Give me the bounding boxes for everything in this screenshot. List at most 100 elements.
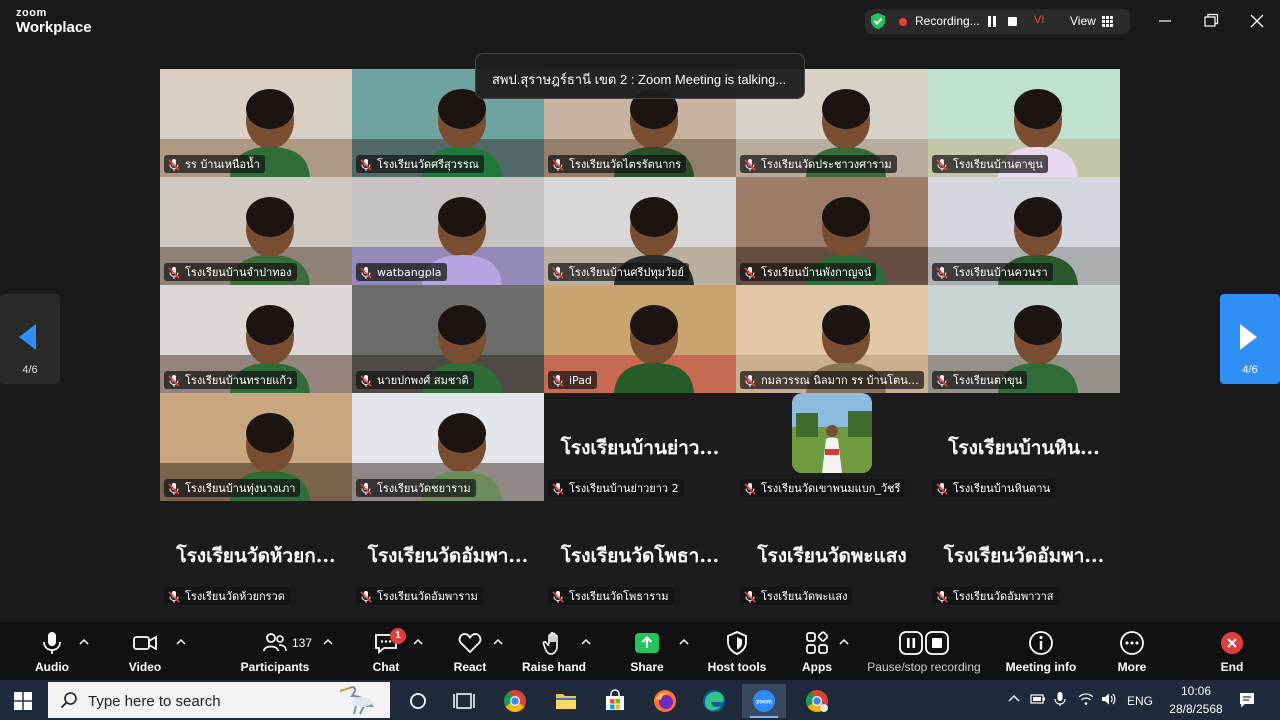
- view-button[interactable]: View: [1062, 9, 1122, 34]
- participant-name: โรงเรียนวัดอัมพาวาส: [953, 590, 1054, 603]
- more-button[interactable]: More: [1102, 622, 1162, 680]
- raise-hand-options-chevron-icon[interactable]: [581, 638, 591, 646]
- participant-tile[interactable]: โรงเรียนวัดอัมพา... โรงเรียนวัดอัมพาวาส: [928, 501, 1120, 609]
- chrome-profile-button[interactable]: [795, 684, 839, 718]
- participant-tile[interactable]: โรงเรียนวัดโพธา... โรงเรียนวัดโพธาราม: [544, 501, 736, 609]
- react-options-chevron-icon[interactable]: [493, 638, 503, 646]
- participant-tile[interactable]: โรงเรียนวัดอัมพา... โรงเรียนวัดอัมพาราม: [352, 501, 544, 609]
- chat-options-chevron-icon[interactable]: [413, 638, 423, 646]
- store-button[interactable]: [593, 684, 637, 718]
- notification-icon[interactable]: [1238, 691, 1256, 709]
- previous-page-button[interactable]: 4/6: [0, 294, 60, 384]
- more-icon: [1120, 631, 1144, 655]
- participant-tile[interactable]: โรงเรียนบ้านหิน... โรงเรียนบ้านหินดาน: [928, 393, 1120, 501]
- widgets-button[interactable]: [442, 684, 486, 718]
- participants-button[interactable]: Participants: [235, 622, 315, 680]
- zoom-taskbar-button[interactable]: zoom: [742, 684, 786, 718]
- participant-name: watbangpla: [377, 265, 442, 279]
- clock-date[interactable]: 28/8/2568: [1160, 702, 1232, 716]
- next-page-button[interactable]: 4/6: [1220, 294, 1280, 384]
- participant-name: โรงเรียนวัดเขาพนมแบก_วัชรี: [761, 482, 901, 495]
- meeting-info-button[interactable]: Meeting info: [1000, 622, 1082, 680]
- participant-tile[interactable]: โรงเรียนบ้านย่าว... โรงเรียนบ้านย่าวยาว 2: [544, 393, 736, 501]
- react-label: React: [453, 660, 487, 674]
- participant-tile[interactable]: โรงเรียนบ้านพังกาญจน์: [736, 177, 928, 285]
- participant-display-name: โรงเรียนบ้านย่าว...: [560, 437, 720, 459]
- video-options-chevron-icon[interactable]: [176, 638, 186, 646]
- close-icon[interactable]: [1246, 11, 1268, 31]
- participant-tile[interactable]: watbangpla: [352, 177, 544, 285]
- muted-mic-icon: [743, 373, 757, 387]
- participant-tile[interactable]: โรงเรียนบ้านจำปาทอง: [160, 177, 352, 285]
- pause-recording-icon[interactable]: [987, 16, 997, 27]
- firefox-button[interactable]: [643, 684, 687, 718]
- participant-name: โรงเรียนวัดประชาวงศาราม: [761, 158, 892, 171]
- chrome-taskbar-button[interactable]: [493, 684, 537, 718]
- participant-display-name: โรงเรียนวัดห้วยก...: [176, 545, 336, 567]
- wifi-icon[interactable]: [1078, 691, 1094, 707]
- chat-unread-badge: 1: [390, 628, 406, 644]
- heron-illustration-icon: [339, 686, 374, 715]
- edge-button[interactable]: [692, 684, 736, 718]
- restore-icon[interactable]: [1200, 11, 1222, 31]
- audio-button[interactable]: Audio: [20, 622, 84, 680]
- participant-display-name: โรงเรียนวัดอัมพา...: [943, 545, 1105, 567]
- video-button[interactable]: Video: [113, 622, 177, 680]
- participant-tile[interactable]: โรงเรียนบ้านศรีปทุมวัยย์: [544, 177, 736, 285]
- muted-mic-icon: [167, 481, 181, 495]
- microphone-icon: [43, 632, 61, 654]
- participant-tile[interactable]: โรงเรียนวัดชยาราม: [352, 393, 544, 501]
- taskbar-search-input[interactable]: Type here to search: [48, 682, 390, 718]
- participant-name: โรงเรียนบ้านศรีปทุมวัยย์: [569, 266, 684, 279]
- battery-icon[interactable]: [1030, 691, 1046, 707]
- stop-recording-icon[interactable]: [1008, 17, 1017, 26]
- participant-tile[interactable]: โรงเรียนวัดห้วยก... โรงเรียนวัดห้วยกรวด: [160, 501, 352, 609]
- muted-mic-icon: [359, 589, 373, 603]
- react-button[interactable]: React: [440, 622, 500, 680]
- raise-hand-label: Raise hand: [521, 660, 587, 674]
- participant-tile[interactable]: โรงเรียนวัดเขาพนมแบก_วัชรี: [736, 393, 928, 501]
- participant-tile[interactable]: นายปกพงศ์ สมชาติ: [352, 285, 544, 393]
- share-button[interactable]: Share: [617, 622, 677, 680]
- meeting-info-label: Meeting info: [1005, 660, 1077, 674]
- apps-button[interactable]: Apps: [787, 622, 847, 680]
- participant-tile[interactable]: โรงเรียนวัดพะแสง โรงเรียนวัดพะแสง: [736, 501, 928, 609]
- raise-hand-button[interactable]: Raise hand: [520, 622, 588, 680]
- participant-name: โรงเรียนบ้านย่าวยาว 2: [569, 482, 679, 495]
- participant-name-tag: โรงเรียนวัดประชาวงศาราม: [740, 155, 897, 173]
- windows-start-icon[interactable]: [14, 692, 32, 710]
- participant-name: โรงเรียนวัดห้วยกรวด: [185, 590, 285, 603]
- participant-tile[interactable]: โรงเรียนตาขุน: [928, 285, 1120, 393]
- participant-name-tag: โรงเรียนบ้านหินดาน: [932, 479, 1056, 497]
- chevron-up-icon[interactable]: [1006, 691, 1022, 707]
- host-tools-button[interactable]: Host tools: [700, 622, 774, 680]
- participant-tile[interactable]: โรงเรียนบ้านทรายแก้ว: [160, 285, 352, 393]
- participants-options-chevron-icon[interactable]: [323, 638, 333, 646]
- apps-options-chevron-icon[interactable]: [839, 638, 849, 646]
- participant-tile[interactable]: iPad: [544, 285, 736, 393]
- minimize-icon[interactable]: [1154, 11, 1176, 31]
- info-icon: [1029, 631, 1053, 655]
- end-button[interactable]: End: [1202, 622, 1262, 680]
- task-view-button[interactable]: [396, 684, 440, 718]
- input-language[interactable]: ENG: [1127, 694, 1153, 708]
- participant-name: โรงเรียนบ้านควนรา: [953, 266, 1048, 279]
- heart-icon: [458, 633, 482, 654]
- participant-name: โรงเรียนวัดโพธาราม: [569, 590, 669, 603]
- participant-tile[interactable]: โรงเรียนบ้านทุ่งนางเภา: [160, 393, 352, 501]
- participant-tile[interactable]: โรงเรียนบ้านตาขุน: [928, 69, 1120, 177]
- participant-tile[interactable]: รร บ้านเหนือน้ำ: [160, 69, 352, 177]
- audio-options-chevron-icon[interactable]: [79, 638, 89, 646]
- share-options-chevron-icon[interactable]: [679, 638, 689, 646]
- muted-mic-icon: [167, 373, 181, 387]
- volume-icon[interactable]: [1100, 691, 1116, 707]
- chat-button[interactable]: Chat: [356, 622, 416, 680]
- participant-tile[interactable]: โรงเรียนบ้านควนรา: [928, 177, 1120, 285]
- view-label: View: [1070, 14, 1096, 28]
- mic-tray-icon[interactable]: [1052, 691, 1068, 707]
- participant-tile[interactable]: กมลวรรณ นิลมาก รร บ้านโตนยาง: [736, 285, 928, 393]
- file-explorer-button[interactable]: [544, 684, 588, 718]
- clock-time[interactable]: 10:06: [1170, 684, 1222, 698]
- shield-check-icon[interactable]: [869, 12, 887, 30]
- pause-stop-recording-button[interactable]: Pause/stop recording: [862, 622, 986, 680]
